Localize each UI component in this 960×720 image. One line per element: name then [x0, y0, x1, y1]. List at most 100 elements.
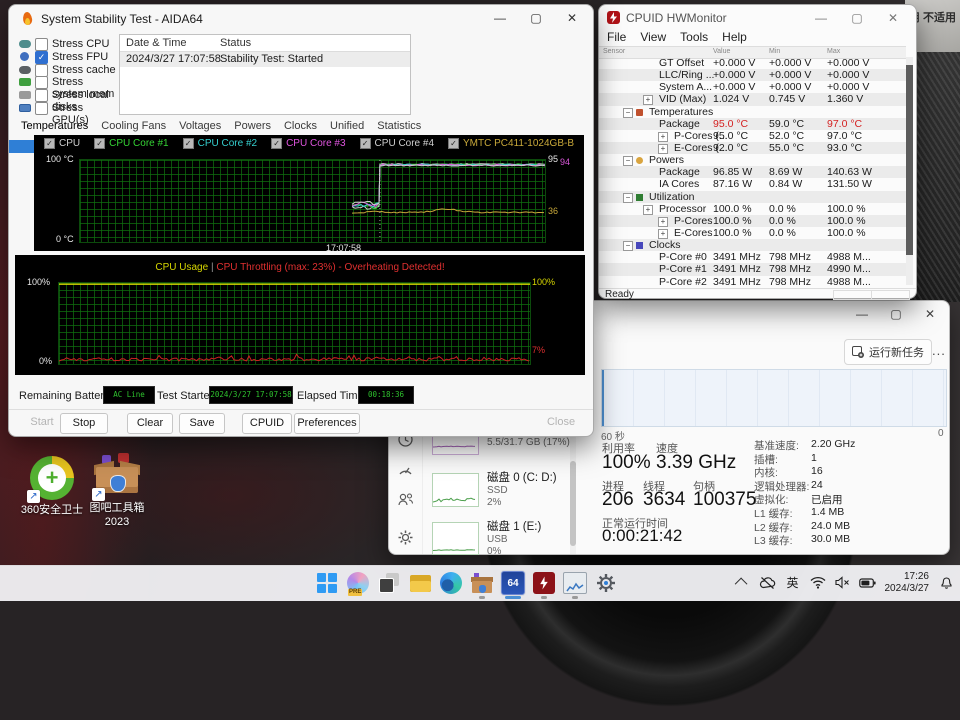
- maximize-button[interactable]: ▢: [879, 301, 913, 327]
- hw-sensor-row[interactable]: P-Core #23491 MHz798 MHz4988 M...: [599, 276, 906, 288]
- clear-button[interactable]: Clear: [127, 413, 173, 434]
- checkbox-icon[interactable]: ✓: [360, 138, 371, 149]
- desktop-icon-360-safety[interactable]: + ↗ 360安全卫士: [17, 455, 87, 517]
- hw-sensor-row[interactable]: P-Core #13491 MHz798 MHz4990 M...: [599, 263, 906, 275]
- expand-icon[interactable]: +: [658, 217, 668, 227]
- hw-sensor-row[interactable]: IA Cores87.16 W0.84 W131.50 W: [599, 178, 906, 190]
- performance-monitor-button[interactable]: [562, 570, 588, 596]
- scrollbar-thumb[interactable]: [906, 65, 913, 255]
- save-button[interactable]: Save: [179, 413, 225, 434]
- expand-icon[interactable]: −: [623, 193, 633, 203]
- minimize-button[interactable]: —: [483, 5, 517, 31]
- close-button[interactable]: ✕: [876, 5, 910, 31]
- task-view-button[interactable]: [376, 570, 402, 596]
- disk0-title[interactable]: 磁盘 0 (C: D:): [487, 469, 557, 485]
- hw-group-row[interactable]: −Utilization: [599, 191, 906, 203]
- menu-help[interactable]: Help: [722, 30, 747, 44]
- hw-sensor-row[interactable]: +E-Cores100.0 %0.0 %100.0 %: [599, 227, 906, 239]
- stress-option-row[interactable]: Stress GPU(s): [17, 102, 117, 115]
- tab-voltages[interactable]: Voltages: [179, 120, 221, 132]
- stress-option-row[interactable]: ✓Stress FPU: [17, 51, 117, 64]
- hw-sensor-row[interactable]: LLC/Ring ...+0.000 V+0.000 V+0.000 V: [599, 69, 906, 81]
- checkbox-icon[interactable]: ✓: [448, 138, 459, 149]
- disk1-mini-chart[interactable]: [432, 522, 479, 555]
- desktop-icon-toolbox[interactable]: ↗ 图吧工具箱 2023: [82, 453, 152, 529]
- expand-icon[interactable]: +: [643, 95, 653, 105]
- scrollbar[interactable]: [570, 421, 576, 554]
- hw-sensor-row[interactable]: +VID (Max)1.024 V0.745 V1.360 V: [599, 93, 906, 105]
- tab-clocks[interactable]: Clocks: [284, 120, 317, 132]
- hw-sensor-row[interactable]: GT Offset+0.000 V+0.000 V+0.000 V: [599, 57, 906, 69]
- checkbox-icon[interactable]: ✓: [271, 138, 282, 149]
- settings-button[interactable]: [593, 570, 619, 596]
- expand-icon[interactable]: −: [623, 156, 633, 166]
- log-col-status[interactable]: Status: [220, 35, 251, 51]
- hwmonitor-button[interactable]: [531, 570, 557, 596]
- checkbox-icon[interactable]: [35, 76, 48, 89]
- notifications-bell-icon[interactable]: [938, 575, 954, 591]
- menu-view[interactable]: View: [640, 30, 666, 44]
- column-max[interactable]: Max: [827, 48, 840, 55]
- scrollbar-thumb[interactable]: [570, 461, 576, 546]
- start-button[interactable]: [314, 570, 340, 596]
- column-value[interactable]: Value: [713, 48, 730, 55]
- column-sensor[interactable]: Sensor: [603, 48, 625, 55]
- cpuid-button[interactable]: CPUID: [242, 413, 292, 434]
- hw-sensor-row[interactable]: +P-Cores (...95.0 °C52.0 °C97.0 °C: [599, 130, 906, 142]
- stop-button[interactable]: Stop: [60, 413, 108, 434]
- close-test-button[interactable]: Close: [539, 413, 583, 432]
- ime-language-indicator[interactable]: 英: [785, 575, 801, 591]
- menu-tools[interactable]: Tools: [680, 30, 708, 44]
- battery-icon[interactable]: [860, 575, 876, 591]
- disk0-mini-chart[interactable]: [432, 473, 479, 507]
- expand-icon[interactable]: +: [658, 132, 668, 142]
- expand-icon[interactable]: +: [643, 205, 653, 215]
- onedrive-paused-icon[interactable]: [760, 575, 776, 591]
- checkbox-icon[interactable]: ✓: [44, 138, 55, 149]
- hidden-icons-chevron[interactable]: [735, 575, 751, 591]
- preferences-button[interactable]: Preferences: [294, 413, 360, 434]
- tab-powers[interactable]: Powers: [234, 120, 271, 132]
- tab-cooling-fans[interactable]: Cooling Fans: [101, 120, 166, 132]
- close-button[interactable]: ✕: [913, 301, 947, 327]
- hw-sensor-row[interactable]: System A...+0.000 V+0.000 V+0.000 V: [599, 81, 906, 93]
- volume-muted-icon[interactable]: [835, 575, 851, 591]
- file-explorer-button[interactable]: [407, 570, 433, 596]
- aida64-button[interactable]: 64: [500, 570, 526, 596]
- stress-option-row[interactable]: Stress local disks: [17, 89, 117, 102]
- column-min[interactable]: Min: [769, 48, 780, 55]
- expand-icon[interactable]: −: [623, 241, 633, 251]
- checkbox-icon[interactable]: ✓: [183, 138, 194, 149]
- toolbox-button[interactable]: [469, 570, 495, 596]
- maximize-button[interactable]: ▢: [840, 5, 874, 31]
- expand-icon[interactable]: +: [658, 144, 668, 154]
- users-icon[interactable]: [397, 491, 414, 508]
- run-new-task-button[interactable]: 运行新任务: [844, 339, 932, 365]
- checkbox-icon[interactable]: [35, 38, 48, 51]
- hw-sensor-row[interactable]: +E-Cores (...92.0 °C55.0 °C93.0 °C: [599, 142, 906, 154]
- startup-apps-icon[interactable]: [397, 461, 414, 478]
- stress-option-row[interactable]: Stress system mem: [17, 76, 117, 89]
- tab-unified[interactable]: Unified: [330, 120, 364, 132]
- hw-sensor-row[interactable]: P-Core #03491 MHz798 MHz4988 M...: [599, 251, 906, 263]
- copilot-button[interactable]: PRE: [345, 570, 371, 596]
- hw-sensor-row[interactable]: +P-Cores100.0 %0.0 %100.0 %: [599, 215, 906, 227]
- close-button[interactable]: ✕: [555, 5, 589, 31]
- hw-group-row[interactable]: −Temperatures: [599, 106, 906, 118]
- scrollbar[interactable]: [906, 57, 913, 285]
- tab-statistics[interactable]: Statistics: [377, 120, 421, 132]
- memory-detail[interactable]: 5.5/31.7 GB (17%): [487, 437, 570, 448]
- checkbox-icon[interactable]: [35, 64, 48, 77]
- edge-button[interactable]: [438, 570, 464, 596]
- hw-group-row[interactable]: −Clocks: [599, 239, 906, 251]
- checkbox-icon[interactable]: ✓: [94, 138, 105, 149]
- stress-option-row[interactable]: Stress cache: [17, 64, 117, 77]
- stress-option-row[interactable]: Stress CPU: [17, 38, 117, 51]
- expand-icon[interactable]: +: [658, 229, 668, 239]
- checkbox-icon[interactable]: [35, 89, 48, 102]
- expand-icon[interactable]: −: [623, 108, 633, 118]
- menu-file[interactable]: File: [607, 30, 626, 44]
- maximize-button[interactable]: ▢: [519, 5, 553, 31]
- settings-gear-icon[interactable]: [397, 529, 414, 546]
- wifi-icon[interactable]: [810, 575, 826, 591]
